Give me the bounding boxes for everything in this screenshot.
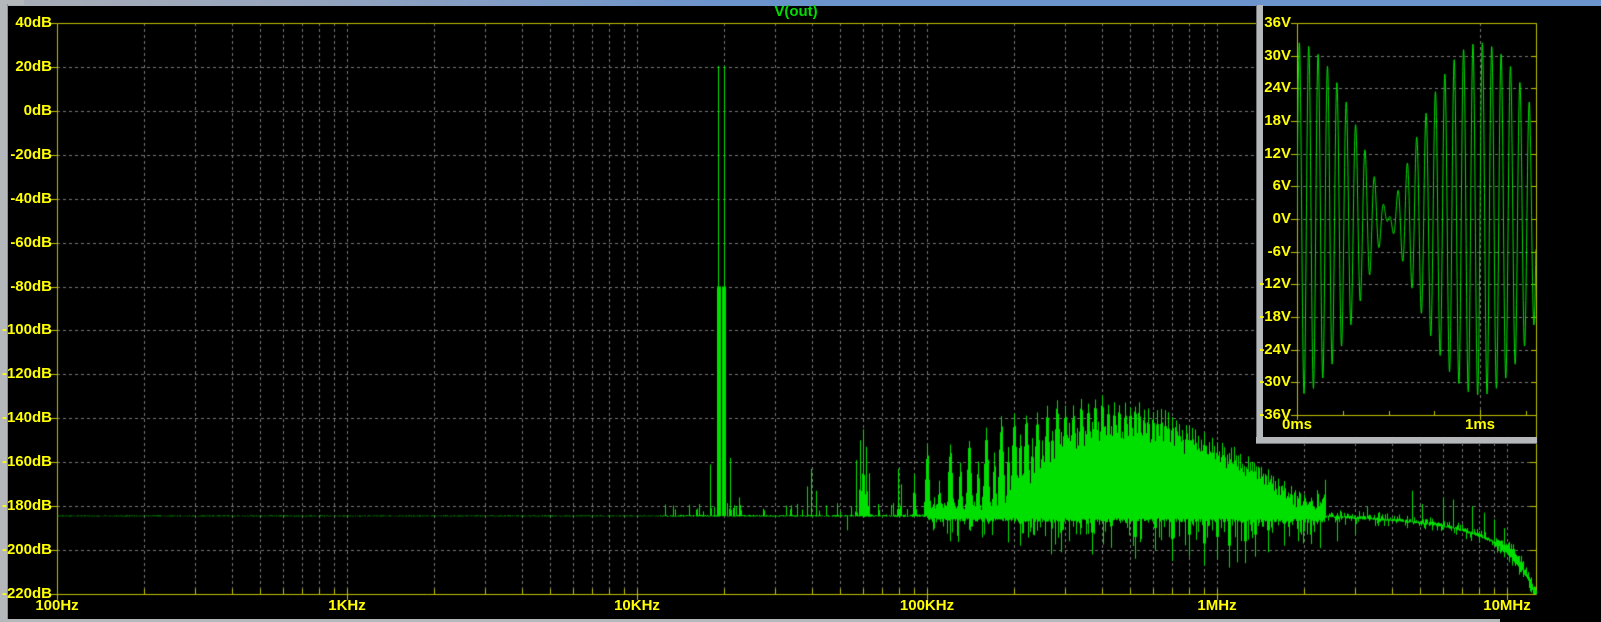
inset-y-tick-label: 36V (1264, 14, 1291, 31)
main-x-tick-label: 100Hz (35, 597, 79, 614)
main-y-tick-label: -120dB (1, 365, 52, 382)
inset-y-tick-label: 18V (1264, 112, 1291, 129)
main-y-tick-label: -20dB (10, 146, 52, 163)
inset-y-tick-label: -12V (1259, 275, 1291, 292)
inset-y-tick-label: -6V (1267, 243, 1291, 260)
main-x-tick-label: 100KHz (899, 597, 955, 614)
main-y-tick-label: 40dB (15, 14, 52, 31)
inset-y-tick-label: -24V (1259, 341, 1291, 358)
main-y-tick-label: 0dB (23, 102, 52, 119)
inset-y-tick-label: 30V (1264, 47, 1291, 64)
main-x-tick-label: 10MHz (1483, 597, 1531, 614)
inset-y-tick-label: 0V (1272, 210, 1291, 227)
main-y-tick-label: -200dB (1, 541, 52, 558)
ltspice-plot-window: V(out) 40dB 20dB 0dB -20dB -40dB -60dB -80dB -1… (0, 0, 1601, 622)
main-y-tick-label: -160dB (1, 453, 52, 470)
inset-pane-bottom-border (1256, 437, 1537, 444)
inset-y-tick-label: 6V (1272, 177, 1291, 194)
main-y-tick-label: -140dB (1, 409, 52, 426)
main-y-tick-label: -60dB (10, 234, 52, 251)
main-x-tick-label: 1KHz (328, 597, 366, 614)
main-y-tick-label: -100dB (1, 321, 52, 338)
inset-y-tick-label: 12V (1264, 145, 1291, 162)
window-left-frame (0, 4, 8, 619)
main-y-tick-label: 20dB (15, 58, 52, 75)
main-y-tick-label: -180dB (1, 497, 52, 514)
inset-y-tick-label: -30V (1259, 373, 1291, 390)
inset-y-tick-label: -18V (1259, 308, 1291, 325)
main-y-tick-label: -80dB (10, 278, 52, 295)
main-x-tick-label: 1MHz (1197, 597, 1237, 614)
trace-label-vout[interactable]: V(out) (736, 4, 856, 20)
inset-x-tick-label: 1ms (1464, 416, 1496, 433)
main-y-tick-label: -40dB (10, 190, 52, 207)
inset-x-tick-label: 0ms (1281, 416, 1313, 433)
plot-canvas[interactable] (0, 0, 1601, 622)
main-x-tick-label: 10KHz (614, 597, 660, 614)
inset-y-tick-label: 24V (1264, 79, 1291, 96)
